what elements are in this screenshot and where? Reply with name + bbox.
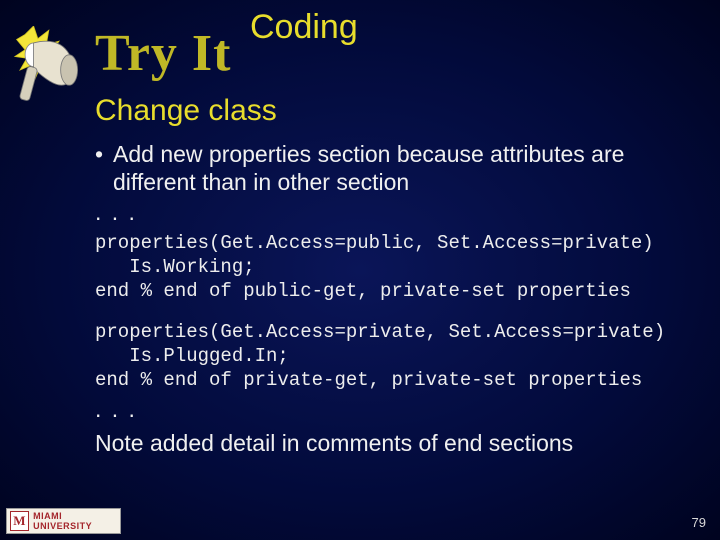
ellipsis-bottom: . . . [95,395,700,423]
slide: Coding Try It Change class • Add new pro… [0,0,720,540]
content-area: • Add new properties section because att… [95,140,700,457]
university-logo: M MIAMI UNIVERSITY [6,508,121,534]
bullet-item: • Add new properties section because att… [95,140,700,196]
bullet-text: Add new properties section because attri… [113,140,700,196]
megaphone-icon [8,26,93,136]
header-coding: Coding [250,8,358,47]
logo-letter: M [10,511,29,531]
page-number: 79 [692,515,706,530]
note-text: Note added detail in comments of end sec… [95,429,700,457]
bullet-mark: • [95,140,113,196]
ellipsis-top: . . . [95,198,700,226]
logo-text: MIAMI UNIVERSITY [33,511,120,531]
header-try-it: Try It [95,24,231,83]
code-block-1: properties(Get.Access=public, Set.Access… [95,232,700,303]
code-block-2: properties(Get.Access=private, Set.Acces… [95,321,700,392]
subtitle: Change class [95,94,277,128]
